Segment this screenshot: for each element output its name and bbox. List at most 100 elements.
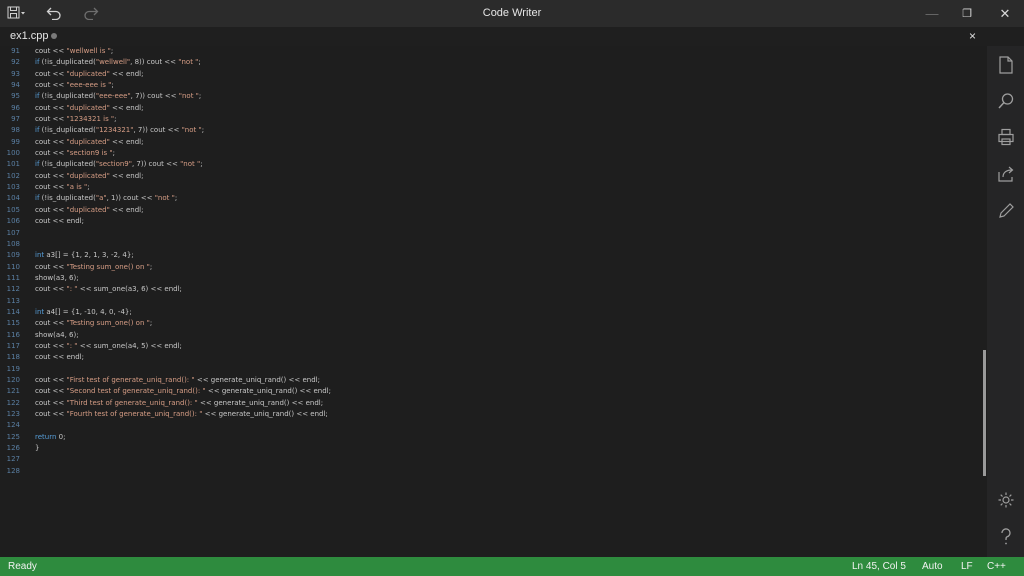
vertical-scrollbar[interactable] [983, 350, 986, 476]
line-number: 110 [6, 262, 20, 271]
line-number: 117 [6, 341, 20, 350]
code-line[interactable] [35, 466, 975, 477]
code-line[interactable]: cout << "duplicated" << endl; [35, 171, 975, 182]
code-line[interactable] [35, 296, 975, 307]
encoding-selector[interactable]: Auto [922, 561, 943, 572]
code-line[interactable] [35, 228, 975, 239]
unsaved-indicator-icon [51, 33, 57, 39]
line-number: 98 [11, 126, 20, 135]
code-line[interactable]: cout << endl; [35, 352, 975, 363]
code-line[interactable]: if (!is_duplicated("eee-eee", 7)) cout <… [35, 91, 975, 102]
code-line[interactable]: int a4[] = {1, -10, 4, 0, -4}; [35, 307, 975, 318]
code-line[interactable]: cout << ": " << sum_one(a3, 6) << endl; [35, 284, 975, 295]
line-number: 101 [6, 160, 20, 169]
code-line[interactable]: cout << "eee-eee is "; [35, 80, 975, 91]
code-line[interactable]: cout << "First test of generate_uniq_ran… [35, 375, 975, 386]
code-line[interactable]: cout << "Second test of generate_uniq_ra… [35, 386, 975, 397]
code-line[interactable]: cout << "a is "; [35, 182, 975, 193]
line-number: 92 [11, 58, 20, 67]
code-line[interactable]: return 0; [35, 432, 975, 443]
line-number: 109 [6, 251, 20, 260]
line-number: 96 [11, 103, 20, 112]
code-line[interactable]: cout << "wellwell is "; [35, 46, 975, 57]
code-line[interactable]: cout << "duplicated" << endl; [35, 137, 975, 148]
code-editor[interactable]: 91 92 93 94 95 96 97 98 99 100 101 102 103 104 105 106 1… [0, 46, 987, 557]
code-line[interactable]: if (!is_duplicated("wellwell", 8)) cout … [35, 57, 975, 68]
line-number: 107 [6, 228, 20, 237]
tab-bar: ex1.cpp × [0, 27, 987, 46]
line-number: 97 [11, 115, 20, 124]
code-line[interactable] [35, 364, 975, 375]
line-number: 95 [11, 92, 20, 101]
line-number: 115 [6, 319, 20, 328]
line-number-gutter: 91 92 93 94 95 96 97 98 99 100 101 102 103 104 105 106 1… [0, 46, 22, 557]
line-number: 126 [6, 444, 20, 453]
code-line[interactable]: int a3[] = {1, 2, 1, 3, -2, 4}; [35, 250, 975, 261]
settings-gear-icon[interactable] [996, 490, 1016, 510]
cursor-position[interactable]: Ln 45, Col 5 [852, 561, 906, 572]
line-number: 106 [6, 217, 20, 226]
code-area[interactable]: cout << "wellwell is "; if (!is_duplicate… [35, 46, 975, 557]
print-icon[interactable] [996, 127, 1016, 147]
code-line[interactable]: cout << "duplicated" << endl; [35, 205, 975, 216]
status-ready: Ready [8, 561, 37, 572]
line-number: 112 [6, 285, 20, 294]
title-bar: Code Writer — ❐ ✕ [0, 0, 1024, 27]
line-number: 91 [11, 47, 20, 55]
line-number: 105 [6, 205, 20, 214]
line-ending-selector[interactable]: LF [961, 561, 973, 572]
line-number: 103 [6, 183, 20, 192]
code-line[interactable]: cout << "1234321 is "; [35, 114, 975, 125]
line-number: 121 [6, 387, 20, 396]
code-line[interactable]: cout << "duplicated" << endl; [35, 103, 975, 114]
line-number: 116 [6, 330, 20, 339]
tab-ex1-cpp[interactable]: ex1.cpp [10, 30, 49, 42]
code-line[interactable]: cout << "section9 is "; [35, 148, 975, 159]
minimize-button[interactable]: — [914, 0, 950, 27]
line-number: 120 [6, 375, 20, 384]
code-line[interactable]: if (!is_duplicated("a", 1)) cout << "not… [35, 193, 975, 204]
status-bar: Ready Ln 45, Col 5 Auto LF C++ [0, 557, 1024, 576]
line-number: 99 [11, 137, 20, 146]
code-line[interactable]: cout << "Third test of generate_uniq_ran… [35, 398, 975, 409]
code-line[interactable]: cout << "duplicated" << endl; [35, 69, 975, 80]
line-number: 104 [6, 194, 20, 203]
app-title: Code Writer [482, 7, 542, 19]
line-number: 119 [6, 364, 20, 373]
code-line[interactable]: if (!is_duplicated("section9", 7)) cout … [35, 159, 975, 170]
line-number: 127 [6, 455, 20, 464]
code-line[interactable]: if (!is_duplicated("1234321", 7)) cout <… [35, 125, 975, 136]
right-sidebar [987, 46, 1024, 557]
line-number: 118 [6, 353, 20, 362]
line-number: 113 [6, 296, 20, 305]
code-line[interactable] [35, 239, 975, 250]
close-tab-button[interactable]: × [969, 29, 976, 43]
code-line[interactable]: cout << "Testing sum_one() on "; [35, 262, 975, 273]
code-line[interactable]: cout << ": " << sum_one(a4, 5) << endl; [35, 341, 975, 352]
line-number: 114 [6, 307, 20, 316]
line-number: 111 [6, 273, 20, 282]
help-icon[interactable] [996, 527, 1016, 547]
close-window-button[interactable]: ✕ [987, 0, 1023, 27]
line-number: 108 [6, 239, 20, 248]
code-line[interactable]: cout << "Fourth test of generate_uniq_ra… [35, 409, 975, 420]
code-line[interactable]: show(a3, 6); [35, 273, 975, 284]
line-number: 122 [6, 398, 20, 407]
line-number: 94 [11, 81, 20, 90]
line-number: 128 [6, 466, 20, 475]
code-line[interactable]: cout << endl; [35, 216, 975, 227]
code-line[interactable]: show(a4, 6); [35, 330, 975, 341]
language-selector[interactable]: C++ [987, 561, 1006, 572]
code-line[interactable] [35, 420, 975, 431]
maximize-button[interactable]: ❐ [949, 0, 985, 27]
pen-icon[interactable] [996, 201, 1016, 221]
code-line[interactable] [35, 454, 975, 465]
share-icon[interactable] [996, 164, 1016, 184]
code-line[interactable]: } [35, 443, 975, 454]
line-number: 93 [11, 69, 20, 78]
code-line[interactable]: cout << "Testing sum_one() on "; [35, 318, 975, 329]
line-number: 123 [6, 410, 20, 418]
document-icon[interactable] [996, 55, 1016, 75]
search-icon[interactable] [996, 91, 1016, 111]
line-number: 124 [6, 421, 20, 430]
